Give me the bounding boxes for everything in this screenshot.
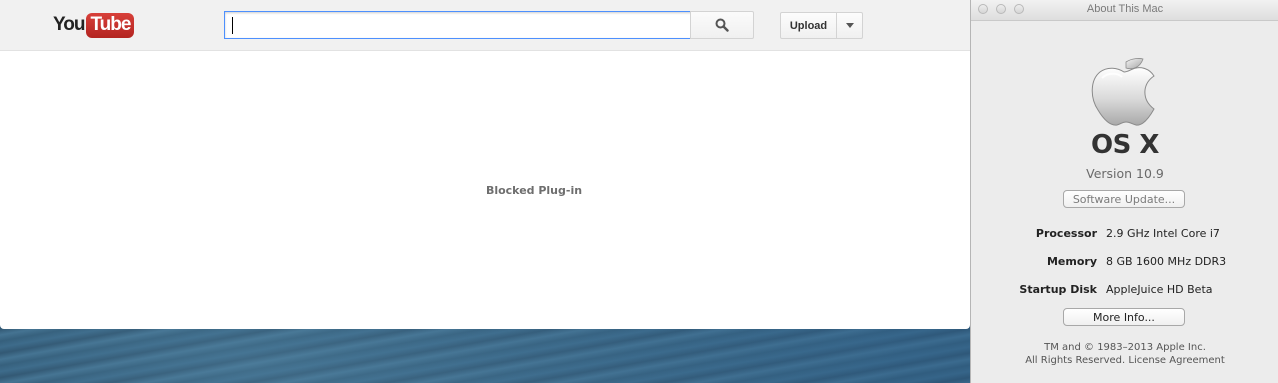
apple-logo-icon xyxy=(1088,44,1160,130)
software-update-button[interactable]: Software Update... xyxy=(1063,190,1185,208)
copyright-text: TM and © 1983–2013 Apple Inc. xyxy=(1044,342,1206,353)
upload-menu-button[interactable] xyxy=(836,12,863,39)
chevron-down-icon xyxy=(845,23,854,28)
search-icon xyxy=(715,18,729,32)
os-name: OS X xyxy=(1091,130,1159,160)
os-version: Version 10.9 xyxy=(1086,166,1164,181)
spec-value: 2.9 GHz Intel Core i7 xyxy=(1106,227,1220,240)
spec-value: AppleJuice HD Beta xyxy=(1106,283,1213,296)
more-info-button[interactable]: More Info... xyxy=(1063,308,1185,326)
spec-row-startup-disk: Startup Disk AppleJuice HD Beta xyxy=(971,283,1278,299)
spec-value: 8 GB 1600 MHz DDR3 xyxy=(1106,255,1227,268)
browser-window: You Tube Upload Blocked Plug-in xyxy=(0,0,970,329)
rights-license-text: All Rights Reserved. License Agreement xyxy=(1025,355,1225,366)
upload-button[interactable]: Upload xyxy=(780,12,837,39)
about-this-mac-window: About This Mac OS X Version 10.9 Softwar… xyxy=(970,0,1278,383)
blocked-plugin-message[interactable]: Blocked Plug-in xyxy=(0,184,970,197)
youtube-logo[interactable]: You Tube xyxy=(53,12,135,38)
logo-tube: Tube xyxy=(86,12,135,38)
spec-label: Memory xyxy=(1046,255,1097,268)
window-title: About This Mac xyxy=(1086,3,1164,15)
youtube-header: You Tube Upload xyxy=(0,0,970,51)
spec-label: Startup Disk xyxy=(1019,283,1097,296)
spec-row-processor: Processor 2.9 GHz Intel Core i7 xyxy=(971,227,1278,243)
spec-row-memory: Memory 8 GB 1600 MHz DDR3 xyxy=(971,255,1278,271)
search-input[interactable] xyxy=(224,11,694,39)
window-titlebar[interactable]: About This Mac xyxy=(971,0,1278,21)
search-button[interactable] xyxy=(690,11,754,39)
spec-label: Processor xyxy=(1035,227,1097,240)
logo-you: You xyxy=(53,14,86,35)
text-caret xyxy=(232,17,233,34)
